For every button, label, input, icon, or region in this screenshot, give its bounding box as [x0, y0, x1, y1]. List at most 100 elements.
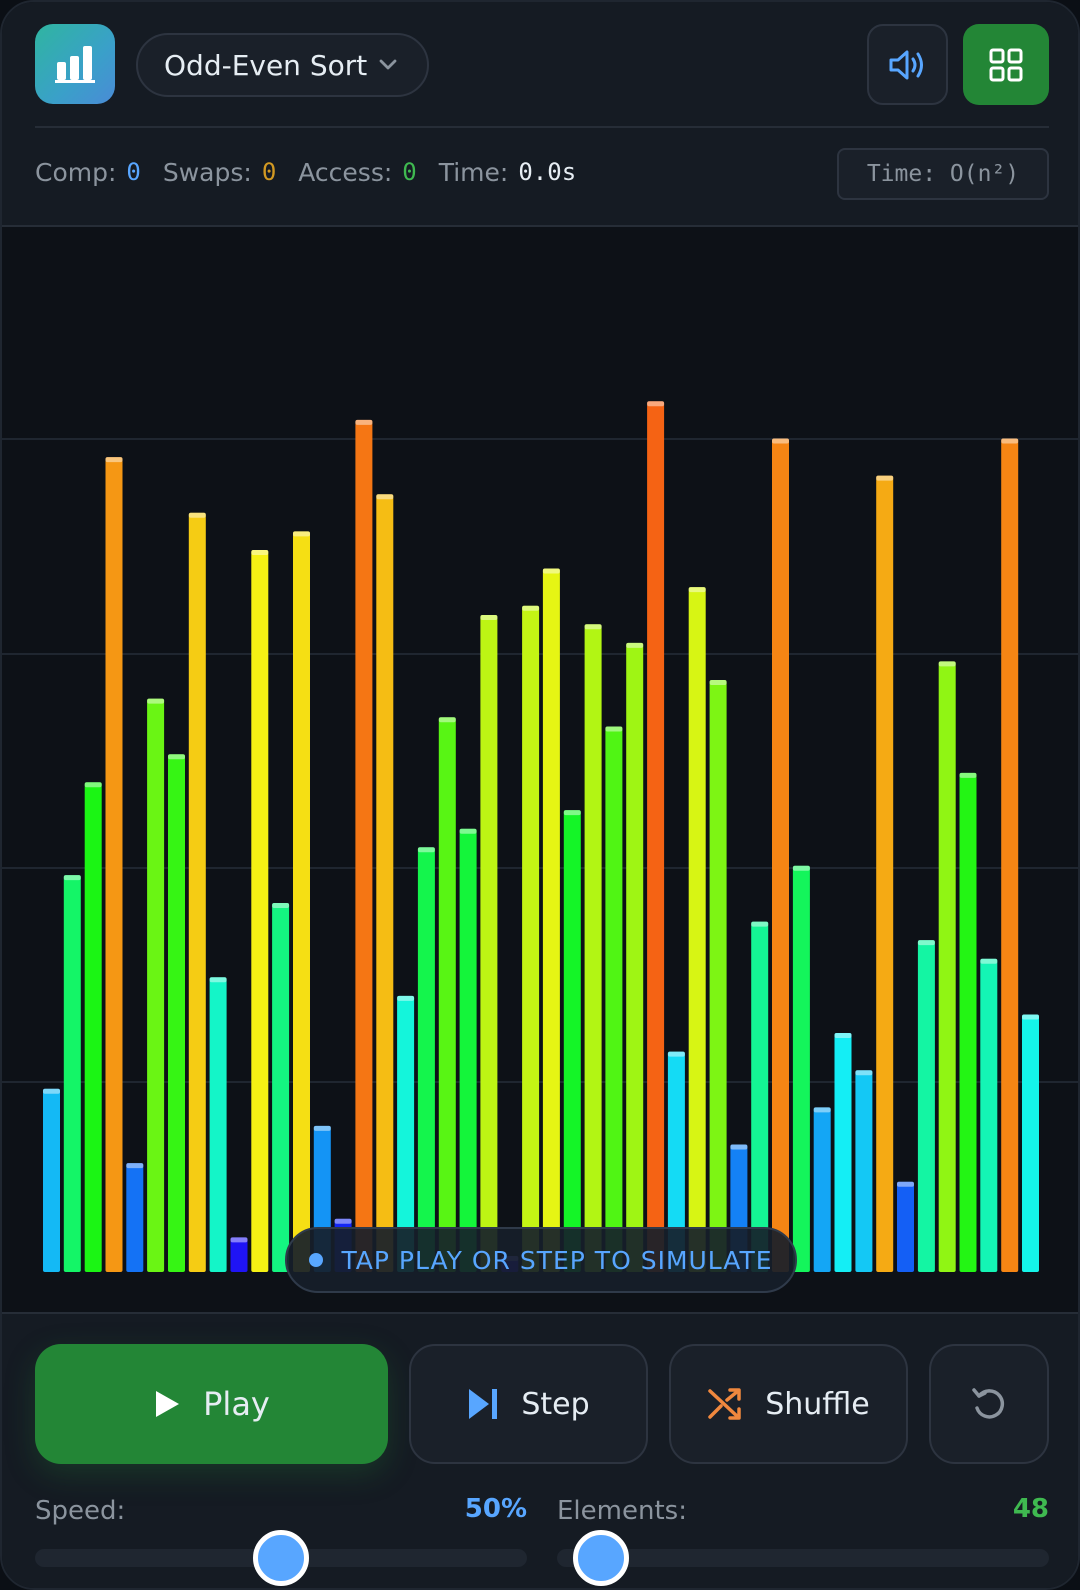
controls-panel: Play Step Shuffle Speed: 50% Elements: 4…: [2, 1312, 1078, 1588]
bar-cap: [855, 1070, 873, 1076]
speed-label: Speed:: [35, 1496, 126, 1526]
access-value: 0: [402, 158, 417, 186]
bar-cap: [563, 810, 581, 816]
algorithm-name: Odd-Even Sort: [164, 48, 368, 82]
bar: [459, 828, 477, 1272]
shuffle-label: Shuffle: [765, 1386, 870, 1422]
bar: [834, 1033, 852, 1272]
stats-bar: Comp: 0 Swaps: 0 Access: 0 Time: 0.0s: [35, 152, 598, 192]
bar-chart-svg: [2, 401, 1078, 1273]
bar-cap: [605, 726, 623, 732]
time-label: Time:: [438, 157, 509, 187]
bar: [480, 615, 498, 1272]
simulate-hint: TAP PLAY OR STEP TO SIMULATE: [285, 1227, 797, 1293]
access-label: Access:: [298, 157, 393, 187]
step-button[interactable]: Step: [409, 1344, 648, 1464]
bar: [1001, 438, 1019, 1272]
speed-slider-thumb[interactable]: [253, 1530, 309, 1586]
bar-cap: [334, 1218, 352, 1224]
bar-cap: [522, 605, 540, 611]
play-button[interactable]: Play: [35, 1344, 388, 1464]
bar-cap: [980, 958, 998, 964]
elements-value: 48: [1012, 1494, 1049, 1524]
bar-cap: [772, 438, 789, 444]
bar-cap: [667, 1051, 685, 1057]
reset-button[interactable]: [929, 1344, 1049, 1464]
bar: [980, 958, 998, 1272]
bar-cap: [126, 1163, 144, 1169]
bar-visualization: [2, 227, 1078, 1312]
bar: [959, 772, 977, 1272]
bar-cap: [897, 1181, 914, 1187]
bar: [897, 1181, 914, 1272]
swaps-label: Swaps:: [162, 157, 252, 187]
bar-cap: [626, 642, 644, 648]
bar: [792, 865, 810, 1272]
bar: [813, 1107, 831, 1272]
comparisons-label: Comp:: [35, 157, 117, 187]
bar-cap: [834, 1033, 852, 1038]
hint-dot: [309, 1253, 324, 1267]
step-forward-icon: [467, 1387, 499, 1421]
bar-cap: [397, 995, 415, 1001]
bar: [293, 531, 310, 1272]
elements-slider-thumb[interactable]: [573, 1530, 630, 1586]
bar-cap: [272, 903, 290, 908]
bar: [688, 587, 706, 1272]
bar-cap: [147, 698, 165, 704]
bar-cap: [959, 772, 977, 778]
bar: [876, 475, 894, 1273]
shuffle-button[interactable]: Shuffle: [669, 1344, 908, 1464]
bar: [126, 1163, 144, 1272]
bar: [751, 921, 769, 1272]
bar-cap: [938, 661, 956, 667]
bar-cap: [730, 1144, 748, 1150]
bar-cap: [293, 531, 310, 537]
bar-cap: [188, 512, 206, 518]
complexity-badge: Time: O(n²): [837, 148, 1049, 200]
bar-cap: [709, 680, 727, 685]
bar: [355, 419, 373, 1272]
bar: [376, 494, 394, 1272]
sound-toggle-button[interactable]: [867, 24, 948, 105]
elements-slider-track[interactable]: [557, 1549, 1049, 1567]
bar: [63, 875, 81, 1272]
bar: [542, 568, 560, 1272]
bar: [230, 1237, 248, 1272]
speed-value: 50%: [464, 1494, 527, 1524]
bar: [43, 1088, 60, 1272]
bar: [105, 457, 123, 1273]
bar-cap: [313, 1125, 331, 1131]
header: Odd-Even Sort Comp: 0 Swaps: 0 Access: 0…: [2, 2, 1078, 227]
bar-cap: [584, 624, 602, 630]
bar: [605, 726, 623, 1272]
bar-cap: [688, 587, 706, 593]
bar-cap: [376, 494, 394, 500]
bar: [147, 698, 165, 1272]
bar-chart-icon[interactable]: [35, 24, 115, 104]
shuffle-icon: [707, 1386, 743, 1422]
bar: [709, 680, 727, 1272]
bar-cap: [542, 568, 560, 574]
play-icon: [153, 1388, 181, 1420]
algorithm-select[interactable]: Odd-Even Sort: [136, 33, 429, 97]
speaker-icon: [889, 50, 923, 79]
bar: [84, 782, 102, 1272]
bar-cap: [917, 940, 935, 946]
bar-cap: [417, 847, 435, 853]
bar-cap: [1001, 438, 1019, 444]
bar-cap: [647, 401, 665, 407]
bar-cap: [209, 977, 227, 983]
bar: [272, 903, 290, 1272]
bar: [1022, 1014, 1039, 1272]
bar-cap: [876, 475, 894, 481]
bar: [626, 642, 644, 1272]
time-value: 0.0s: [518, 158, 577, 186]
bar-cap: [480, 615, 498, 620]
step-label: Step: [521, 1386, 590, 1422]
reset-icon: [972, 1388, 1005, 1419]
bar-cap: [751, 921, 769, 927]
bar: [522, 605, 540, 1272]
bar-cap: [230, 1237, 248, 1243]
layout-grid-button[interactable]: [963, 24, 1049, 105]
